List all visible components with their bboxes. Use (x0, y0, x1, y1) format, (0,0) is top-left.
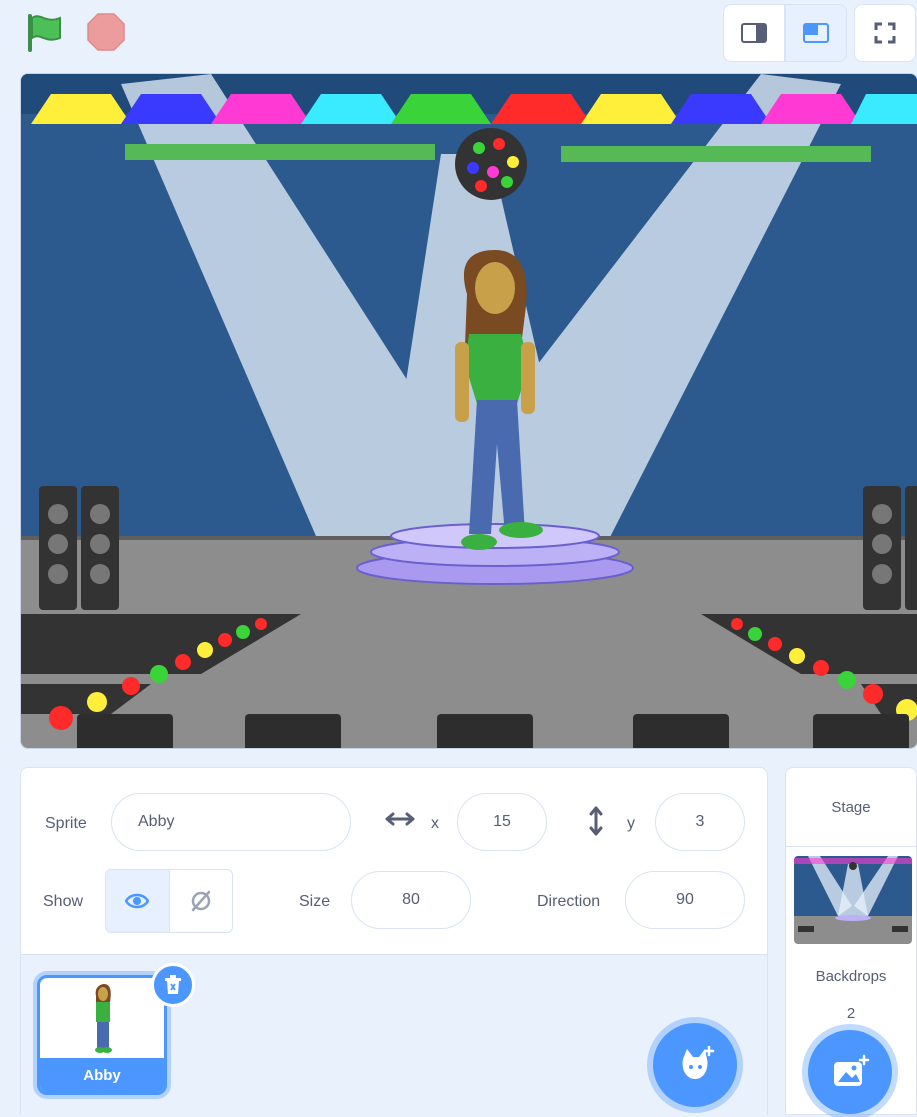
green-flag-icon[interactable] (24, 12, 66, 54)
add-backdrop-button[interactable] (808, 1030, 892, 1114)
x-field[interactable]: 15 (457, 793, 547, 851)
small-stage-icon (741, 23, 767, 43)
size-field[interactable]: 80 (351, 871, 471, 929)
sprite-tile-name: Abby (40, 1058, 164, 1092)
fullscreen-button[interactable] (854, 4, 916, 62)
image-add-icon (834, 1054, 870, 1086)
size-label: Size (299, 893, 331, 910)
small-stage-button[interactable] (723, 4, 785, 62)
fullscreen-icon (874, 22, 896, 44)
horizontal-arrows-icon (385, 812, 415, 831)
cat-add-icon (682, 1045, 715, 1079)
y-field[interactable]: 3 (655, 793, 745, 851)
stage-target-pane[interactable]: Stage Backdrops 2 (785, 767, 917, 1115)
show-visible-button[interactable] (106, 870, 170, 932)
backdrops-label: Backdrops (815, 968, 887, 985)
large-stage-icon (803, 23, 829, 43)
stage-lights (31, 94, 917, 124)
sprite-info-pane: Sprite Abby x 15 y 3 Show Size 80 Direct… (20, 767, 768, 1117)
add-sprite-button[interactable] (653, 1023, 737, 1107)
x-label: x (431, 815, 439, 832)
backdrops-count: 2 (846, 1005, 856, 1022)
y-label: y (627, 815, 635, 832)
eye-icon (125, 893, 150, 909)
show-label: Show (43, 893, 84, 910)
backdrop-thumbnail (794, 856, 912, 944)
disco-ball (455, 128, 527, 200)
sprite-name-field[interactable]: Abby (111, 793, 351, 851)
delete-sprite-button[interactable] (151, 963, 195, 1007)
stage-title: Stage (786, 768, 916, 847)
stage-canvas[interactable] (20, 73, 917, 749)
right-speakers (863, 486, 917, 610)
sprite-list: Abby (21, 954, 767, 1117)
direction-field[interactable]: 90 (625, 871, 745, 929)
show-toggle (105, 869, 233, 933)
stage-header (0, 0, 917, 66)
sprite-label: Sprite (45, 815, 87, 832)
stage-backdrop (21, 74, 917, 748)
sprite-tile[interactable]: Abby (37, 975, 167, 1095)
eye-slash-icon (191, 890, 210, 912)
vertical-arrows-icon (589, 806, 603, 841)
stage-platform (356, 523, 634, 585)
stop-icon[interactable] (86, 12, 126, 52)
trash-icon (165, 975, 181, 994)
abby-thumbnail (95, 984, 112, 1053)
direction-label: Direction (537, 893, 601, 910)
large-stage-button[interactable] (785, 4, 847, 62)
show-hidden-button[interactable] (170, 870, 233, 932)
